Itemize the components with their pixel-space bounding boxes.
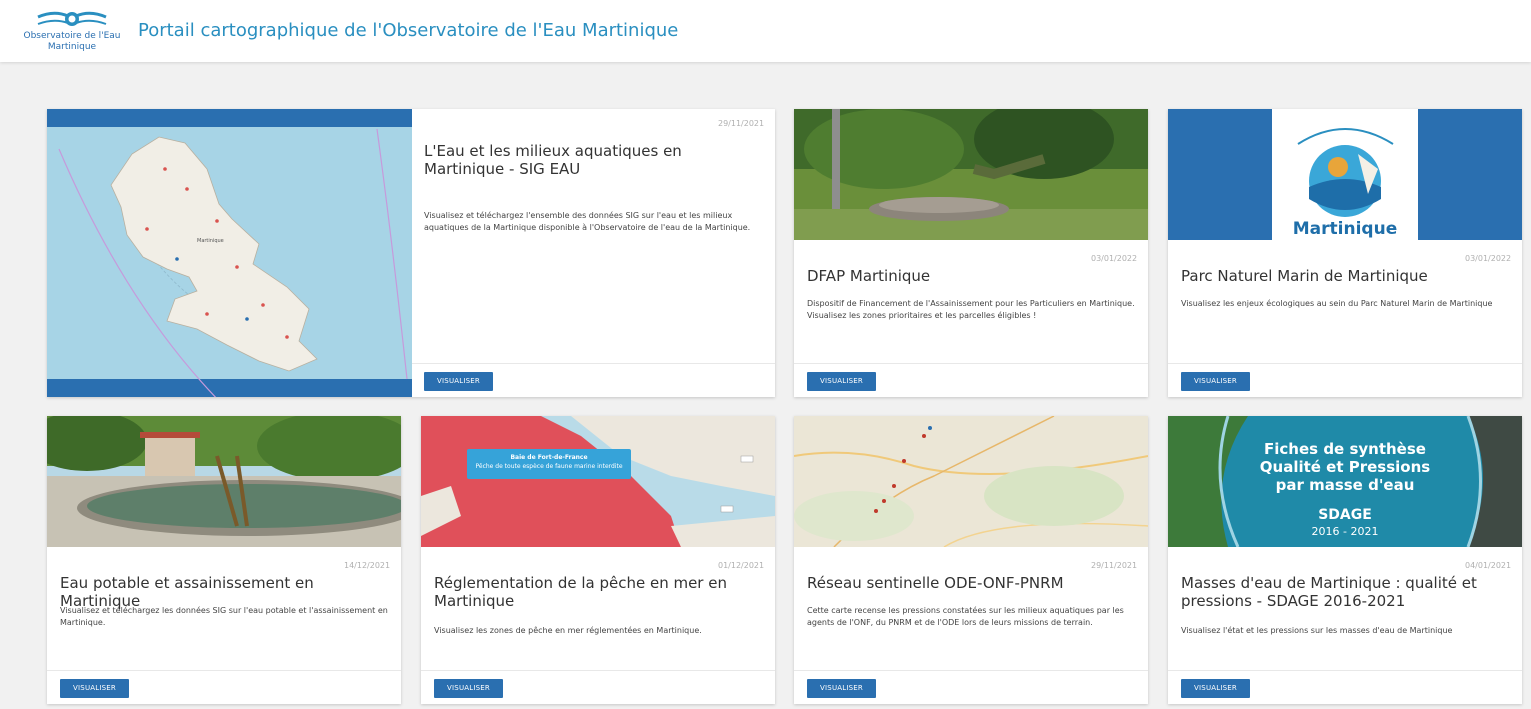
visualiser-button[interactable]: VISUALISER: [1181, 679, 1250, 698]
card-date: 14/12/2021: [344, 561, 391, 570]
logo-line-2: Martinique: [47, 42, 97, 52]
card-description: Visualisez les zones de pêche en mer rég…: [434, 626, 702, 635]
logo[interactable]: Observatoire de l'Eau Martinique: [22, 8, 122, 58]
water-drop-logo-icon: [37, 11, 107, 26]
card-date: 03/01/2022: [1091, 254, 1138, 263]
card-date: 29/11/2021: [1091, 561, 1138, 570]
visualiser-button[interactable]: VISUALISER: [1181, 372, 1250, 391]
logo-line-1: Observatoire de l'Eau: [23, 31, 121, 41]
header: Observatoire de l'Eau Martinique Portail…: [0, 0, 1531, 62]
sdage-line-1: Fiches de synthèse: [1264, 440, 1426, 458]
visualiser-button[interactable]: VISUALISER: [807, 679, 876, 698]
card-title[interactable]: Réglementation de la pêche en mer en Mar…: [434, 574, 734, 610]
card-image-treatment-basin[interactable]: [47, 416, 401, 547]
card-divider: [794, 363, 1148, 364]
card-description: Visualisez et téléchargez les données SI…: [60, 606, 388, 627]
card-image-sentinel-map[interactable]: [794, 416, 1148, 547]
card-description: Cette carte recense les pressions consta…: [807, 606, 1124, 627]
logo-label-martinique: Martinique: [1293, 219, 1397, 239]
sdage-line-2: Qualité et Pressions: [1259, 458, 1431, 476]
card-eau-potable: 14/12/2021 Eau potable et assainissement…: [47, 416, 401, 704]
card-masses-eau-sdage: Fiches de synthèse Qualité et Pressions …: [1168, 416, 1522, 704]
sdage-line-3: par masse d'eau: [1275, 476, 1415, 494]
sdage-line-5: 2016 - 2021: [1311, 525, 1379, 538]
card-date: 01/12/2021: [718, 561, 765, 570]
map-popup-text: Pêche de toute espèce de faune marine in…: [475, 463, 623, 470]
card-divider: [421, 670, 775, 671]
card-divider: [1168, 363, 1522, 364]
card-description: Visualisez les enjeux écologiques au sei…: [1181, 299, 1493, 308]
card-reseau-sentinelle: 29/11/2021 Réseau sentinelle ODE-ONF-PNR…: [794, 416, 1148, 704]
visualiser-button[interactable]: VISUALISER: [424, 372, 493, 391]
card-image-sdage-cover[interactable]: Fiches de synthèse Qualité et Pressions …: [1168, 416, 1522, 547]
card-image-fishing-map[interactable]: Baie de Fort-de-France Pêche de toute es…: [421, 416, 775, 547]
map-label-martinique: Martinique: [197, 238, 224, 244]
card-title[interactable]: Masses d'eau de Martinique : qualité et …: [1181, 574, 1481, 610]
visualiser-button[interactable]: VISUALISER: [434, 679, 503, 698]
card-title[interactable]: L'Eau et les milieux aquatiques en Marti…: [424, 142, 764, 178]
card-divider: [1168, 670, 1522, 671]
card-description: Dispositif de Financement de l'Assainiss…: [807, 299, 1135, 320]
map-popup-title: Baie de Fort-de-France: [510, 454, 588, 461]
card-divider: [412, 363, 775, 364]
card-reglementation-peche: Baie de Fort-de-France Pêche de toute es…: [421, 416, 775, 704]
map-popup-label: Baie de Fort-de-France Pêche de toute es…: [467, 449, 631, 479]
card-image-map-martinique[interactable]: Martinique: [47, 109, 412, 397]
card-description: Visualisez et téléchargez l'ensemble des…: [424, 211, 751, 232]
card-date: 04/01/2021: [1465, 561, 1512, 570]
card-title[interactable]: Réseau sentinelle ODE-ONF-PNRM: [807, 574, 1137, 592]
card-date: 03/01/2022: [1465, 254, 1512, 263]
logo-text: Observatoire de l'Eau Martinique: [22, 31, 122, 53]
sdage-line-4: SDAGE: [1318, 507, 1372, 523]
card-title[interactable]: Parc Naturel Marin de Martinique: [1181, 267, 1511, 285]
card-date: 29/11/2021: [718, 119, 765, 128]
card-description: Visualisez l'état et les pressions sur l…: [1181, 626, 1453, 635]
page-title[interactable]: Portail cartographique de l'Observatoire…: [138, 20, 678, 41]
card-parc-naturel-marin: Martinique 03/01/2022 Parc Naturel Marin…: [1168, 109, 1522, 397]
card-divider: [47, 670, 401, 671]
card-image-septic-tank[interactable]: [794, 109, 1148, 240]
card-sig-eau: Martinique 29/11/2021 L'Eau et les milie…: [47, 109, 775, 397]
card-title[interactable]: DFAP Martinique: [807, 267, 1137, 285]
visualiser-button[interactable]: VISUALISER: [60, 679, 129, 698]
card-image-parc-marin-logo[interactable]: Martinique: [1168, 109, 1522, 240]
card-dfap: 03/01/2022 DFAP Martinique Dispositif de…: [794, 109, 1148, 397]
card-divider: [794, 670, 1148, 671]
visualiser-button[interactable]: VISUALISER: [807, 372, 876, 391]
